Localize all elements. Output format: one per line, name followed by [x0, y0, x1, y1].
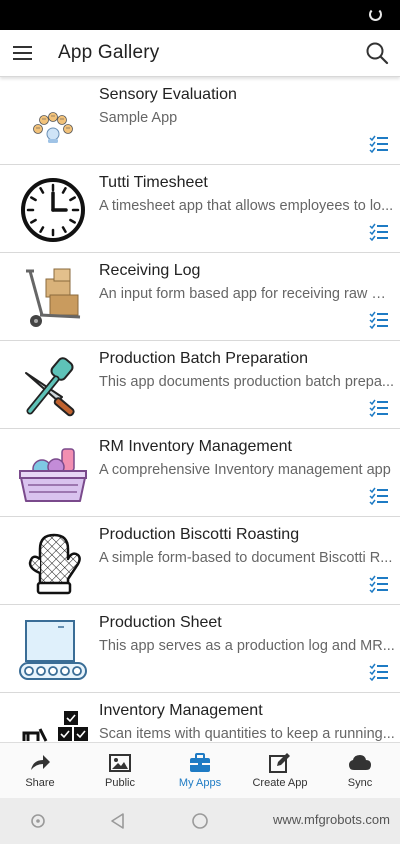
- system-navigation-bar: www.mfgrobots.com: [0, 798, 400, 844]
- checklist-icon[interactable]: [369, 575, 389, 594]
- sensory-faces-icon: [18, 89, 88, 155]
- nav-label: Sync: [347, 777, 373, 789]
- app-item-production-sheet[interactable]: Production Sheet This app serves as a pr…: [0, 605, 400, 693]
- back-icon[interactable]: [108, 811, 128, 831]
- app-description: A timesheet app that allows employees to…: [99, 198, 394, 214]
- app-description: An input form based app for receiving ra…: [99, 286, 395, 302]
- app-name: Production Batch Preparation: [99, 350, 309, 367]
- nav-public[interactable]: Public: [80, 743, 160, 799]
- nav-my-apps[interactable]: My Apps: [160, 743, 240, 799]
- conveyor-icon: [18, 617, 88, 683]
- hamburger-menu-icon[interactable]: [13, 43, 35, 63]
- checklist-icon[interactable]: [369, 399, 389, 418]
- checklist-icon[interactable]: [369, 223, 389, 242]
- checklist-icon[interactable]: [369, 135, 389, 154]
- briefcase-icon: [189, 752, 211, 774]
- app-description: Scan items with quantities to keep a run…: [99, 726, 395, 742]
- nav-label: Create App: [252, 777, 308, 789]
- app-list: Sensory Evaluation Sample App Tutti Time…: [0, 77, 400, 742]
- app-item-production-batch-preparation[interactable]: Production Batch Preparation This app do…: [0, 341, 400, 429]
- assistant-icon[interactable]: [28, 811, 48, 831]
- app-description: This app serves as a production log and …: [99, 638, 395, 654]
- app-item-tutti-timesheet[interactable]: Tutti Timesheet A timesheet app that all…: [0, 165, 400, 253]
- app-item-sensory-evaluation[interactable]: Sensory Evaluation Sample App: [0, 77, 400, 165]
- status-bar: [0, 0, 400, 30]
- app-item-inventory-management[interactable]: Inventory Management Scan items with qua…: [0, 693, 400, 742]
- oven-mitt-icon: [18, 529, 88, 595]
- checklist-icon[interactable]: [369, 487, 389, 506]
- app-name: Production Sheet: [99, 614, 222, 631]
- app-description: This app documents production batch prep…: [99, 374, 395, 390]
- watermark-text: www.mfgrobots.com: [272, 812, 390, 827]
- nav-sync[interactable]: Sync: [320, 743, 400, 799]
- app-item-rm-inventory-management[interactable]: RM Inventory Management A comprehensive …: [0, 429, 400, 517]
- app-description: Sample App: [99, 110, 178, 126]
- page-title: App Gallery: [58, 42, 160, 63]
- app-name: Tutti Timesheet: [99, 174, 208, 191]
- nav-create-app[interactable]: Create App: [240, 743, 320, 799]
- bottom-navigation: Share Public My Apps Create App Sync: [0, 742, 400, 798]
- nav-label: My Apps: [178, 777, 222, 789]
- hand-truck-icon: [18, 265, 88, 331]
- nav-label: Share: [25, 777, 55, 789]
- app-item-production-biscotti-roasting[interactable]: Production Biscotti Roasting A simple fo…: [0, 517, 400, 605]
- cloud-icon: [349, 752, 371, 774]
- app-bar: App Gallery: [0, 30, 400, 77]
- app-name: Inventory Management: [99, 702, 263, 719]
- nav-share[interactable]: Share: [0, 743, 80, 799]
- basket-icon: [18, 441, 88, 507]
- app-name: Production Biscotti Roasting: [99, 526, 300, 543]
- utensils-icon: [18, 353, 88, 419]
- loading-spinner-icon: [369, 8, 382, 21]
- app-description: A comprehensive Inventory management app: [99, 462, 391, 478]
- app-name: RM Inventory Management: [99, 438, 292, 455]
- app-description: A simple form-based to document Biscotti…: [99, 550, 393, 566]
- image-icon: [109, 752, 131, 774]
- app-item-receiving-log[interactable]: Receiving Log An input form based app fo…: [0, 253, 400, 341]
- home-icon[interactable]: [190, 811, 210, 831]
- share-icon: [29, 752, 51, 774]
- checklist-icon[interactable]: [369, 663, 389, 682]
- boxes-icon: [18, 705, 88, 742]
- app-name: Sensory Evaluation: [99, 86, 237, 103]
- app-name: Receiving Log: [99, 262, 201, 279]
- clock-icon: [18, 177, 88, 243]
- edit-icon: [269, 752, 291, 774]
- search-icon[interactable]: [364, 40, 390, 66]
- checklist-icon[interactable]: [369, 311, 389, 330]
- nav-label: Public: [105, 777, 135, 789]
